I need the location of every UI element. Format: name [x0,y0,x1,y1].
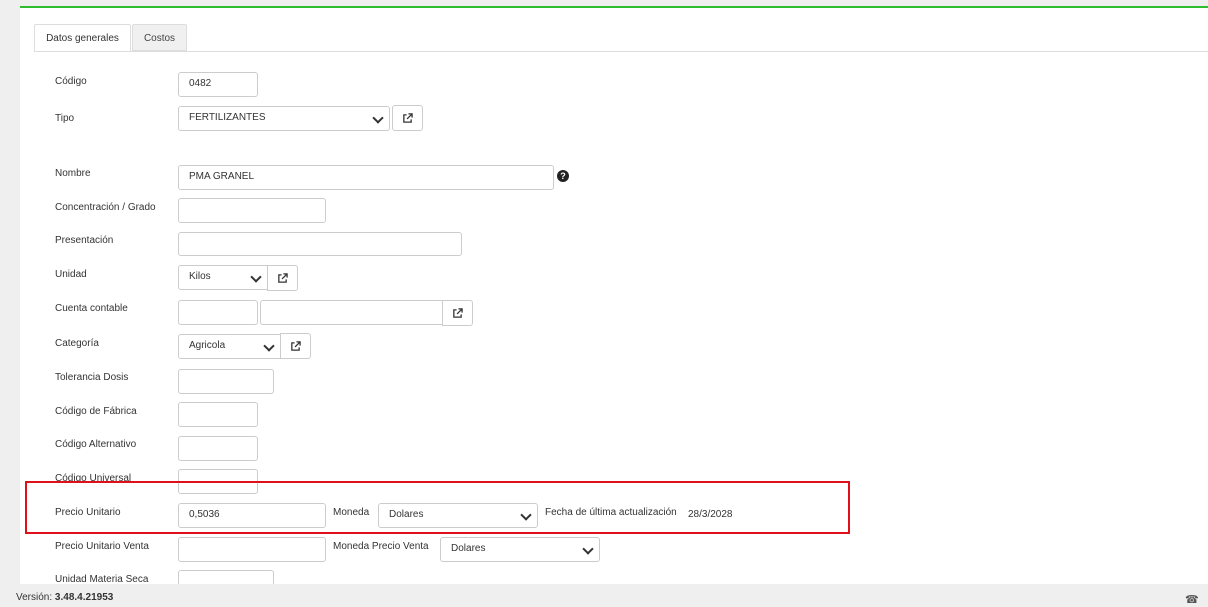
presentacion-input[interactable] [178,232,462,256]
moneda-select[interactable]: Dolares [378,503,538,528]
fecha-actualizacion-label: Fecha de última actualización [545,507,677,518]
unidad-select-value: Kilos [189,271,211,282]
precio-unitario-venta-label: Precio Unitario Venta [55,541,149,552]
categoria-label: Categoría [55,338,99,349]
concentracion-label: Concentración / Grado [55,202,156,213]
nombre-label: Nombre [55,168,91,179]
cuenta-contable-code-input[interactable] [178,300,258,325]
tab-costos[interactable]: Costos [132,24,187,51]
version-footer: Versión: 3.48.4.21953 [16,592,113,603]
unidad-external-link-button[interactable] [267,265,298,291]
external-link-icon [291,341,301,351]
tab-divider [34,51,1208,52]
fecha-actualizacion-value: 28/3/2028 [688,509,733,520]
precio-unitario-venta-input[interactable] [178,537,326,562]
codigo-fabrica-label: Código de Fábrica [55,406,137,417]
categoria-external-link-button[interactable] [280,333,311,359]
moneda-precio-venta-select-value: Dolares [451,543,486,554]
cuenta-contable-external-link-button[interactable] [442,300,473,326]
version-value: 3.48.4.21953 [54,592,114,603]
codigo-universal-input[interactable] [178,469,258,494]
moneda-precio-venta-label: Moneda Precio Venta [333,541,429,552]
question-circle-icon[interactable]: ? [557,170,569,182]
moneda-label: Moneda [333,507,370,518]
nombre-input[interactable]: PMA GRANEL [178,165,554,190]
headset-icon[interactable]: ☎ [1185,593,1199,606]
tolerancia-dosis-label: Tolerancia Dosis [55,372,129,383]
codigo-alternativo-input[interactable] [178,436,258,461]
cuenta-contable-label: Cuenta contable [55,303,128,314]
codigo-alternativo-label: Código Alternativo [55,439,137,450]
tipo-label: Tipo [55,113,75,124]
unidad-materia-seca-input[interactable] [178,570,274,584]
unidad-select[interactable]: Kilos [178,265,268,290]
chevron-down-icon [520,509,532,521]
codigo-fabrica-input[interactable] [178,402,258,427]
chevron-down-icon [372,112,384,124]
version-label: Versión: [16,592,53,603]
tolerancia-dosis-input[interactable] [178,369,274,394]
concentracion-input[interactable] [178,198,326,223]
tipo-external-link-button[interactable] [392,105,423,131]
codigo-input[interactable]: 0482 [178,72,258,97]
codigo-universal-label: Código Universal [55,473,132,484]
codigo-label: Código [55,76,87,87]
chevron-down-icon [263,340,275,352]
external-link-icon [278,273,288,283]
main-panel: Datos generales Costos Código 0482 Tipo … [20,6,1208,584]
chevron-down-icon [250,271,262,283]
cuenta-contable-name-input[interactable] [260,300,443,325]
chevron-down-icon [582,543,594,555]
unidad-materia-seca-label: Unidad Materia Seca [55,574,149,584]
tab-datos-generales[interactable]: Datos generales [34,24,131,52]
moneda-select-value: Dolares [389,509,424,520]
categoria-select-value: Agricola [189,340,226,351]
categoria-select[interactable]: Agricola [178,334,281,359]
external-link-icon [453,308,463,318]
external-link-icon [403,113,413,123]
moneda-precio-venta-select[interactable]: Dolares [440,537,600,562]
precio-unitario-input[interactable]: 0,5036 [178,503,326,528]
tipo-select-value: FERTILIZANTES [189,112,266,123]
precio-unitario-label: Precio Unitario [55,507,121,518]
presentacion-label: Presentación [55,235,114,246]
unidad-label: Unidad [55,269,87,280]
tipo-select[interactable]: FERTILIZANTES [178,106,390,131]
